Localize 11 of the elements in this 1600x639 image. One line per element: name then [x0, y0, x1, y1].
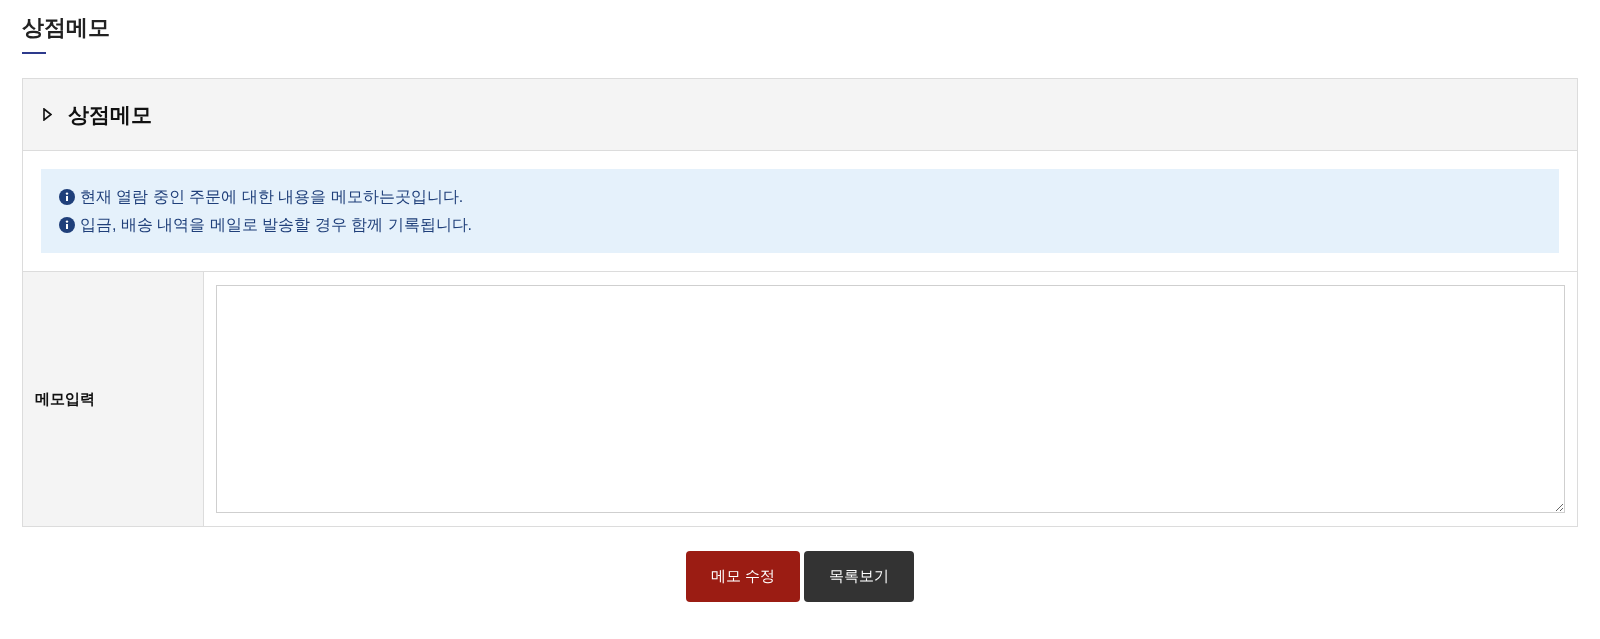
- info-icon: [59, 189, 75, 205]
- page-title: 상점메모: [22, 14, 110, 42]
- info-icon: [59, 217, 75, 233]
- info-text: 입금, 배송 내역을 메일로 발송할 경우 함께 기록됩니다.: [80, 215, 472, 235]
- list-button[interactable]: 목록보기: [804, 551, 915, 602]
- edit-memo-button[interactable]: 메모 수정: [685, 551, 801, 602]
- triangle-icon: [43, 108, 52, 121]
- panel-title: 상점메모: [68, 101, 152, 128]
- field-label: 메모입력: [35, 388, 95, 409]
- memo-textarea[interactable]: [216, 285, 1565, 513]
- info-text: 현재 열람 중인 주문에 대한 내용을 메모하는곳입니다.: [80, 187, 464, 207]
